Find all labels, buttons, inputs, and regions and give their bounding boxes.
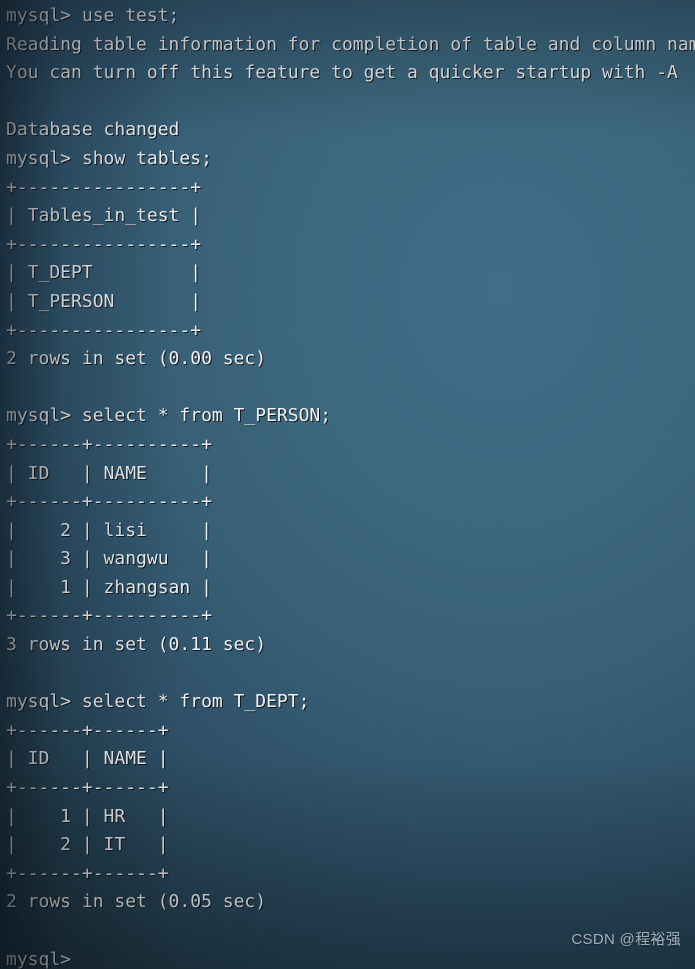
terminal-line: | ID | NAME | bbox=[6, 748, 169, 770]
terminal-line: mysql> select * from T_PERSON; bbox=[6, 405, 332, 427]
terminal-line: mysql> use test; bbox=[6, 5, 180, 26]
terminal-line: | 1 | HR | bbox=[6, 805, 169, 827]
terminal-line: Database changed bbox=[6, 119, 180, 141]
terminal-line: mysql> show tables; bbox=[6, 147, 212, 169]
terminal-line: +------+------+ bbox=[6, 719, 169, 741]
terminal-line: | Tables_in_test | bbox=[6, 205, 202, 227]
terminal-line: mysql> select * from T_DEPT; bbox=[6, 691, 310, 713]
terminal-line: +----------------+ bbox=[6, 176, 202, 198]
terminal-line: You can turn off this feature to get a q… bbox=[6, 62, 678, 84]
terminal-line: 3 rows in set (0.11 sec) bbox=[6, 634, 267, 656]
terminal-line: +------+----------+ bbox=[6, 491, 212, 513]
terminal-window[interactable]: mysql> use test; Reading table informatio… bbox=[0, 0, 695, 969]
terminal-output[interactable]: mysql> use test; Reading table informatio… bbox=[6, 2, 695, 969]
watermark-label: CSDN @程裕强 bbox=[571, 931, 681, 949]
terminal-line: | 3 | wangwu | bbox=[6, 548, 212, 570]
terminal-line: | ID | NAME | bbox=[6, 462, 212, 484]
terminal-line: +------+------+ bbox=[6, 777, 169, 799]
terminal-line: +------+----------+ bbox=[6, 433, 212, 455]
terminal-line: +----------------+ bbox=[6, 233, 202, 255]
terminal-line: | 2 | lisi | bbox=[6, 519, 212, 541]
terminal-line: | T_PERSON | bbox=[6, 290, 202, 312]
terminal-line: | 2 | IT | bbox=[6, 834, 169, 856]
terminal-line: 2 rows in set (0.00 sec) bbox=[6, 348, 267, 370]
terminal-line: +----------------+ bbox=[6, 319, 202, 341]
terminal-line: | T_DEPT | bbox=[6, 262, 202, 284]
terminal-line: Reading table information for completion… bbox=[6, 33, 695, 55]
terminal-line: 2 rows in set (0.05 sec) bbox=[6, 891, 267, 913]
terminal-line: +------+----------+ bbox=[6, 605, 212, 627]
terminal-line: | 1 | zhangsan | bbox=[6, 576, 212, 598]
terminal-line: +------+------+ bbox=[6, 862, 169, 884]
